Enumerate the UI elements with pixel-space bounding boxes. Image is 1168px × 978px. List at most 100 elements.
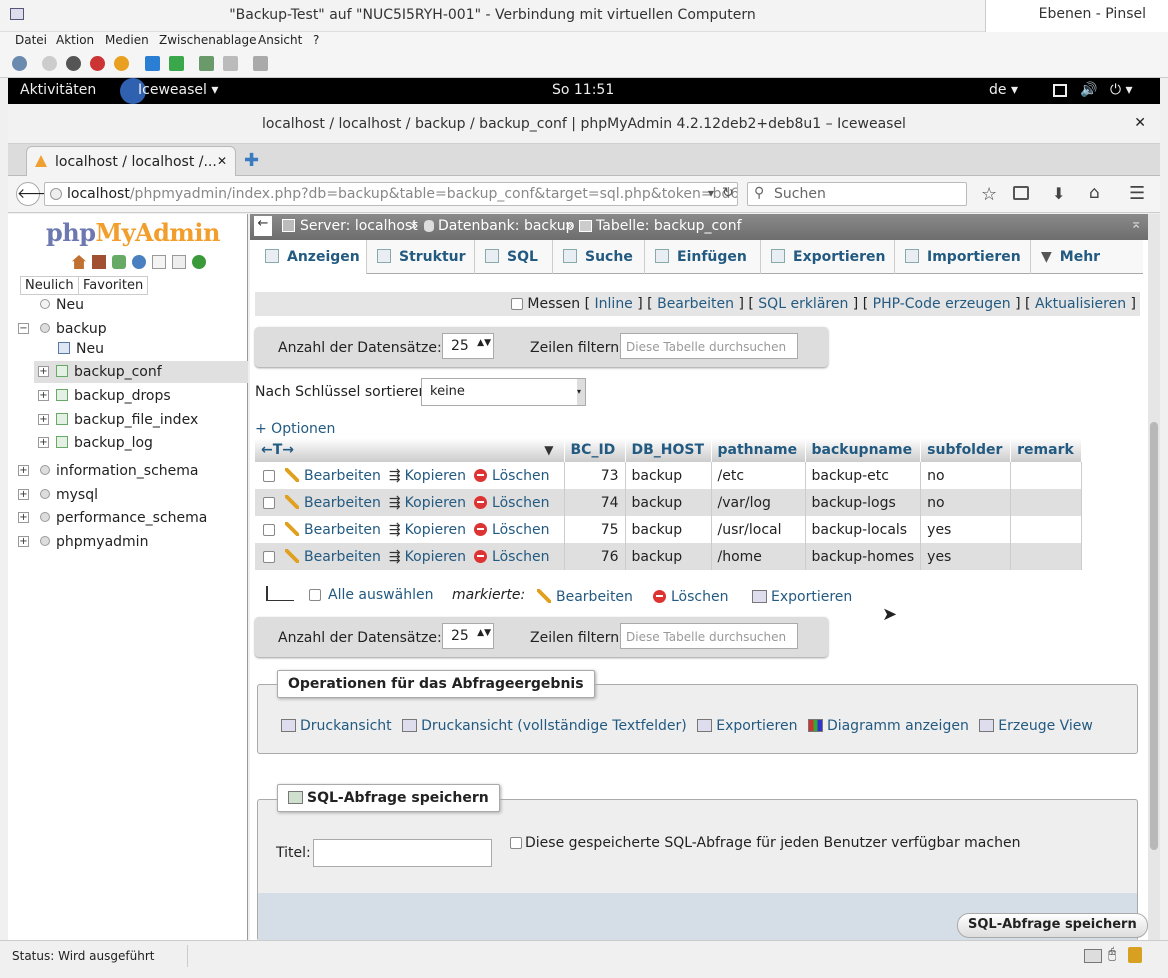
inline-edit-link[interactable]: Inline: [595, 296, 633, 312]
menu-help[interactable]: ?: [313, 33, 319, 47]
home-icon[interactable]: ⌂: [1089, 183, 1100, 203]
expand-icon[interactable]: +: [18, 512, 29, 523]
menu-datei[interactable]: Datei: [15, 33, 47, 47]
copy-link[interactable]: ⇶ Kopieren: [389, 468, 466, 484]
breadcrumb-database[interactable]: Datenbank: backup: [438, 218, 575, 234]
site-info-icon[interactable]: [50, 188, 62, 200]
bulk-edit-button[interactable]: Bearbeiten: [537, 589, 633, 605]
delete-link[interactable]: Löschen: [474, 468, 550, 484]
cell-remark[interactable]: [1010, 462, 1083, 489]
pause-icon[interactable]: [145, 56, 160, 71]
menu-medien[interactable]: Medien: [105, 33, 149, 47]
tab-struktur[interactable]: Struktur: [367, 240, 475, 274]
edit-link[interactable]: Bearbeiten: [285, 467, 381, 484]
bookmark-shared[interactable]: Diese gespeicherte SQL-Abfrage für jeden…: [510, 835, 1020, 851]
tab-exportieren[interactable]: Exportieren: [761, 240, 895, 274]
clock[interactable]: So 11:51: [552, 82, 614, 98]
cell-bc-id[interactable]: 74: [564, 489, 626, 516]
col-bc-id[interactable]: BC_ID: [564, 438, 626, 462]
tree-db-mysql[interactable]: mysql: [40, 487, 98, 503]
row-checkbox[interactable]: [263, 550, 275, 563]
download-icon[interactable]: ⬇: [1052, 184, 1065, 203]
php-code-link[interactable]: PHP-Code erzeugen: [873, 296, 1011, 312]
expand-icon[interactable]: +: [18, 465, 29, 476]
explain-sql-link[interactable]: SQL erklären: [758, 296, 848, 312]
row-checkbox[interactable]: [263, 523, 275, 536]
back-button[interactable]: 🡐: [16, 182, 55, 206]
cell-subfolder[interactable]: no: [920, 489, 1012, 516]
menu-ansicht[interactable]: Ansicht: [258, 33, 302, 47]
url-bar[interactable]: localhost/phpmyadmin/index.php?db=backup…: [44, 182, 738, 206]
power-icon[interactable]: ⏻ ▾: [1110, 82, 1133, 98]
col-db-host[interactable]: DB_HOST: [625, 438, 712, 462]
select-all[interactable]: Alle auswählen: [309, 587, 433, 603]
save-query-button[interactable]: SQL-Abfrage speichern: [957, 913, 1148, 938]
copy-link[interactable]: ⇶ Kopieren: [389, 549, 466, 565]
window-icon[interactable]: [1053, 84, 1067, 97]
activities-button[interactable]: Aktivitäten: [20, 82, 96, 98]
reload-nav-icon[interactable]: [192, 255, 206, 269]
tree-db-backup[interactable]: backup: [40, 321, 107, 337]
search-input[interactable]: ⚲ Suchen: [747, 182, 967, 206]
tree-table-label-1[interactable]: backup_conf: [56, 364, 162, 380]
tree-db-phpmyadmin[interactable]: phpmyadmin: [40, 534, 148, 550]
turn-off-icon[interactable]: [66, 56, 81, 71]
col-backupname[interactable]: backupname: [805, 438, 922, 462]
close-icon[interactable]: ✕: [1134, 115, 1146, 131]
collapse-nav-icon[interactable]: ←: [254, 216, 272, 236]
logout-icon[interactable]: [92, 255, 106, 269]
tree-table-label-2[interactable]: backup_drops: [56, 388, 171, 404]
expand-icon[interactable]: +: [38, 414, 49, 425]
copy-link[interactable]: ⇶ Kopieren: [389, 522, 466, 538]
cell-backupname[interactable]: backup-locals: [805, 516, 922, 543]
filter-input[interactable]: Diese Tabelle durchsuchen: [620, 333, 798, 359]
tab-einfuegen[interactable]: Einfügen: [645, 240, 761, 274]
chart-link[interactable]: Diagramm anzeigen: [807, 718, 969, 734]
print-view-link[interactable]: Druckansicht: [281, 718, 392, 734]
edit-link[interactable]: Bearbeiten: [285, 548, 381, 565]
cell-db-host[interactable]: backup: [625, 516, 712, 543]
tab-importieren[interactable]: Importieren: [895, 240, 1031, 274]
shutdown-icon[interactable]: [90, 56, 105, 71]
settings-icon[interactable]: [172, 255, 186, 269]
export-link[interactable]: Exportieren: [697, 718, 797, 734]
bulk-export-button[interactable]: Exportieren: [752, 589, 852, 605]
tab-suche[interactable]: Suche: [553, 240, 645, 274]
tree-new-table[interactable]: Neu: [58, 341, 104, 357]
column-arrows-icon[interactable]: ←T→: [261, 442, 294, 458]
row-checkbox[interactable]: [263, 469, 275, 482]
home-icon[interactable]: [72, 255, 86, 269]
cell-remark[interactable]: [1010, 543, 1083, 570]
cell-subfolder[interactable]: no: [920, 462, 1012, 489]
expand-icon[interactable]: +: [18, 489, 29, 500]
column-visibility-icon[interactable]: ▼: [544, 443, 553, 457]
row-checkbox[interactable]: [263, 496, 275, 509]
language-indicator[interactable]: de ▾: [989, 82, 1018, 98]
select-all-checkbox[interactable]: [309, 589, 321, 601]
save-state-icon[interactable]: [114, 56, 129, 71]
checkpoint-icon[interactable]: [199, 56, 214, 71]
cell-db-host[interactable]: backup: [625, 543, 712, 570]
cell-bc-id[interactable]: 73: [564, 462, 626, 489]
tree-db-performance-schema[interactable]: performance_schema: [40, 510, 207, 526]
bookmark-star-icon[interactable]: ☆: [981, 184, 997, 205]
cell-pathname[interactable]: /usr/local: [711, 516, 806, 543]
edit-link[interactable]: Bearbeiten: [285, 494, 381, 511]
app-menu[interactable]: Iceweasel ▾: [138, 82, 218, 98]
menu-zwischenablage[interactable]: Zwischenablage: [159, 33, 256, 47]
favorites-tab[interactable]: Favoriten: [78, 276, 149, 295]
bookmark-title-input[interactable]: [313, 839, 492, 867]
start-icon[interactable]: [42, 56, 57, 71]
tab-sql[interactable]: SQL: [475, 240, 553, 274]
url-dropdown-icon[interactable]: ▾: [708, 186, 714, 200]
menu-aktion[interactable]: Aktion: [56, 33, 94, 47]
breadcrumb-table[interactable]: Tabelle: backup_conf: [596, 218, 742, 234]
scrollbar-thumb[interactable]: [1150, 422, 1158, 850]
browser-tab[interactable]: localhost / localhost /... ✕: [26, 146, 236, 176]
tree-table-label-4[interactable]: backup_log: [56, 435, 153, 451]
volume-icon[interactable]: 🔊: [1080, 82, 1097, 98]
cell-pathname[interactable]: /var/log: [711, 489, 806, 516]
col-subfolder[interactable]: subfolder: [920, 438, 1012, 462]
delete-link[interactable]: Löschen: [474, 495, 550, 511]
options-toggle[interactable]: + Optionen: [255, 421, 335, 437]
